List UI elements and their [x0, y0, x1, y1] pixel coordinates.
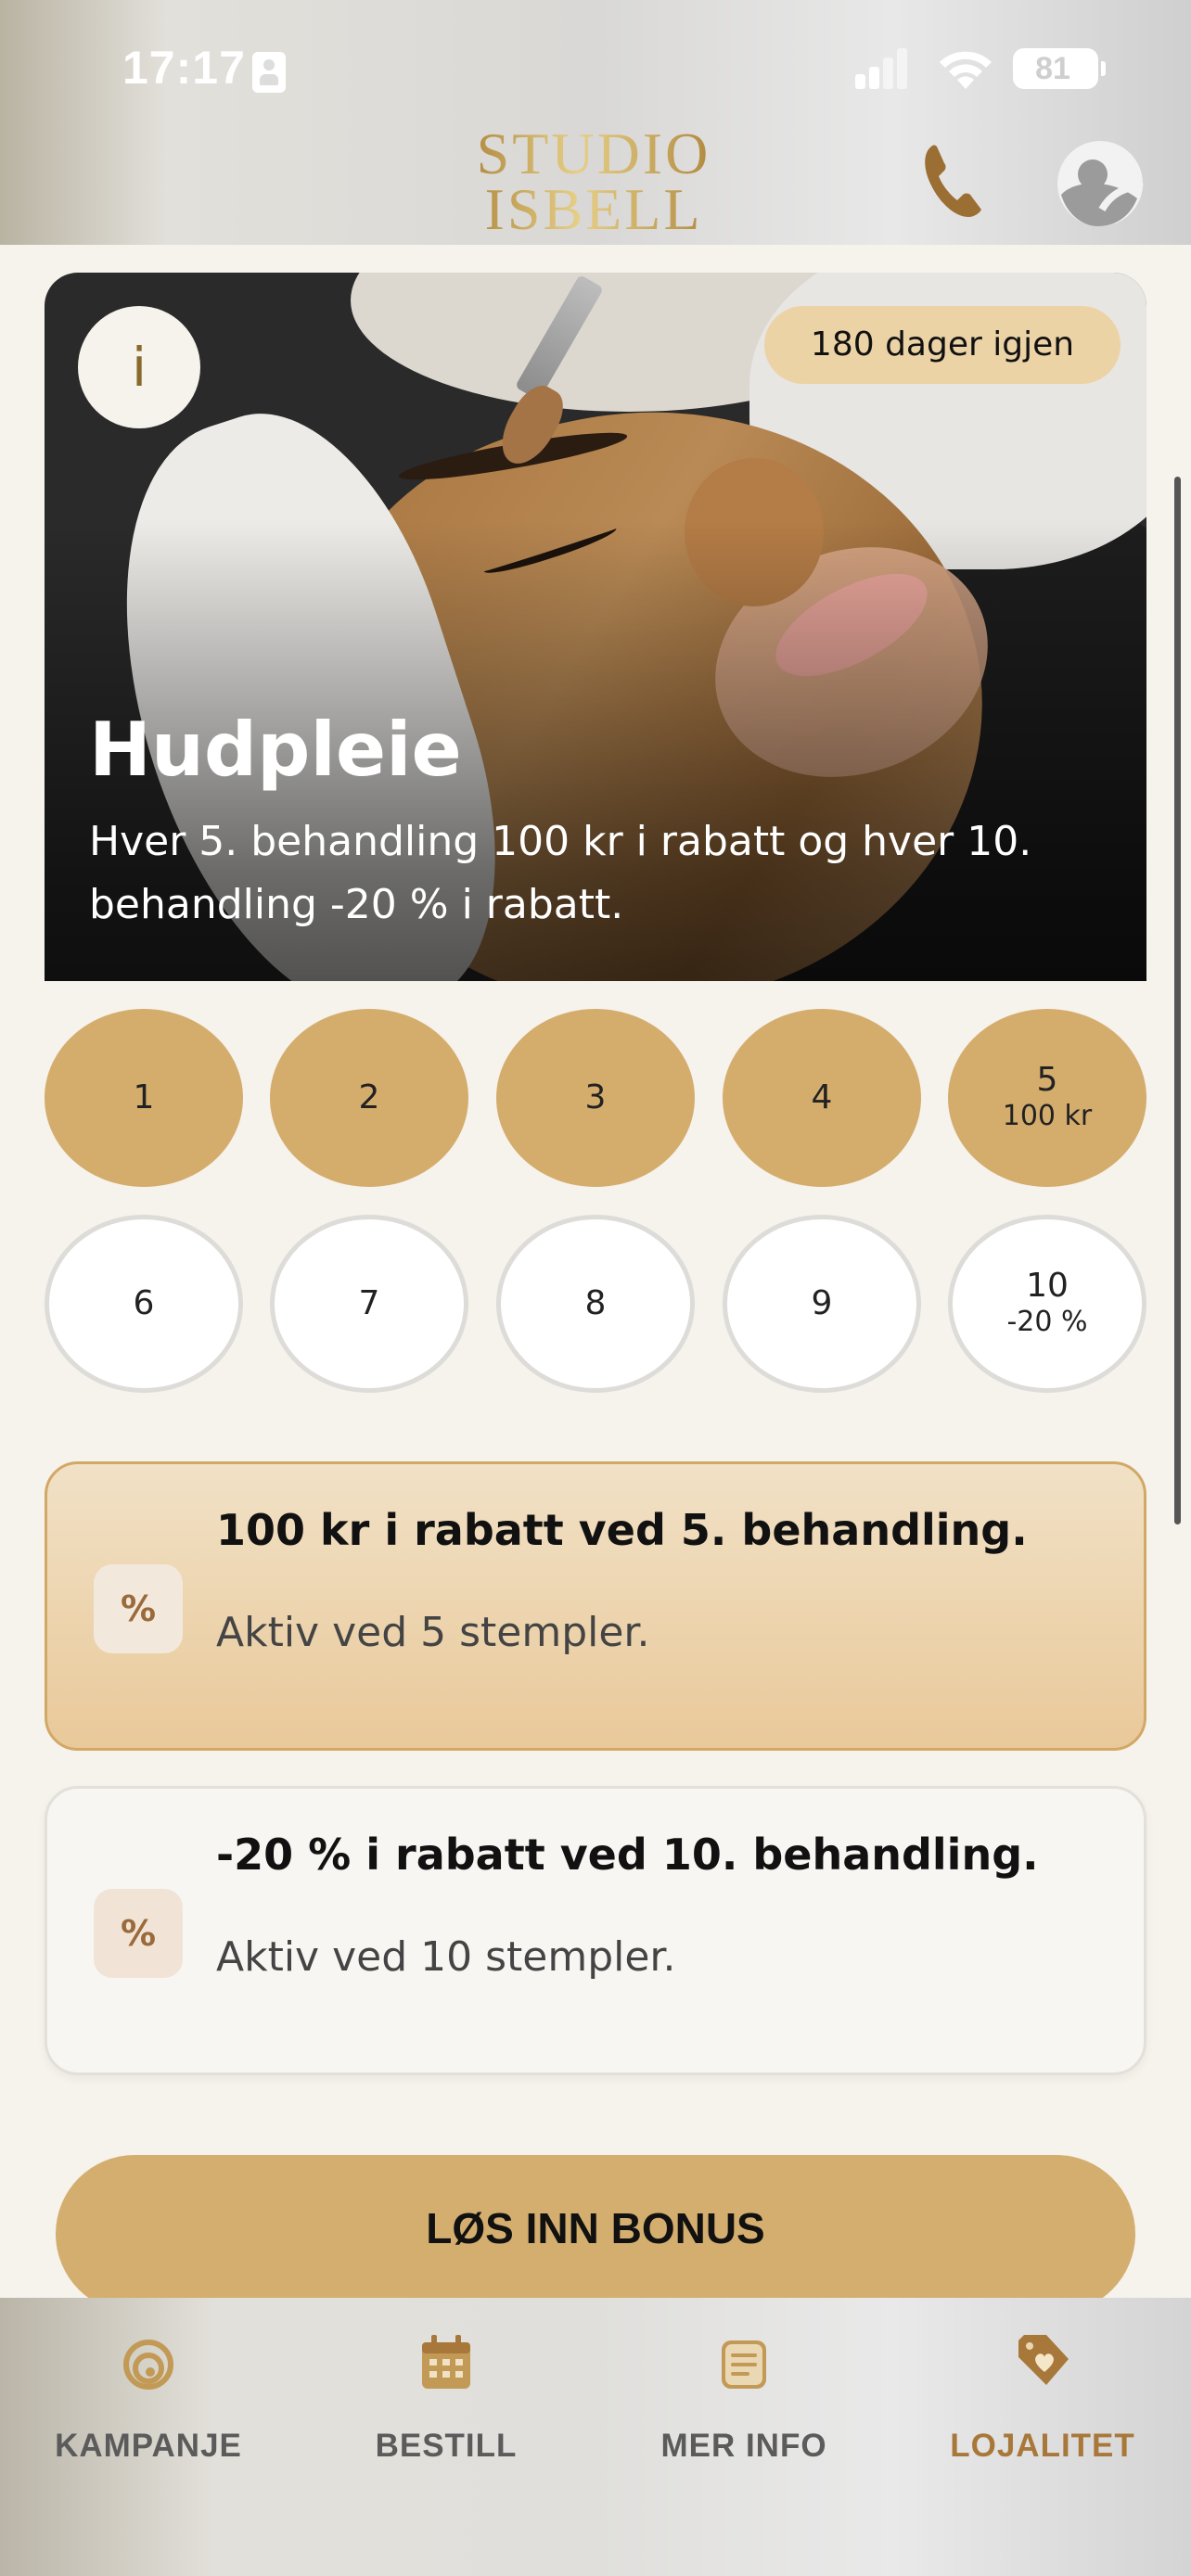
heart-tag-icon — [1018, 2335, 1069, 2385]
stamp-reward: 100 kr — [1002, 1100, 1093, 1132]
loyalty-content[interactable]: i 180 dager igjen Hudpleie Hver 5. behan… — [0, 245, 1191, 2298]
wifi-icon — [940, 51, 992, 89]
stamp-number: 8 — [584, 1284, 607, 1322]
tab-label: KAMPANJE — [55, 2428, 242, 2464]
stamp-number: 3 — [584, 1078, 607, 1116]
studio-logo: STUDIO ISBELL — [445, 124, 742, 239]
stamp-number: 9 — [811, 1284, 833, 1322]
scrollbar[interactable] — [1174, 477, 1181, 1524]
stamp-number: 4 — [811, 1078, 833, 1116]
cellular-signal-icon — [855, 48, 907, 89]
stamp-7: 7 — [270, 1215, 468, 1393]
stamp-5: 5 100 kr — [948, 1009, 1146, 1187]
phone-icon[interactable] — [918, 139, 985, 223]
battery-level: 81 — [1035, 51, 1070, 86]
reward-card-10[interactable]: % -20 % i rabatt ved 10. behandling. Akt… — [45, 1786, 1146, 2075]
tab-label: MER INFO — [660, 2428, 827, 2464]
stamp-number: 2 — [358, 1078, 380, 1116]
document-icon — [722, 2340, 766, 2389]
percent-icon: % — [94, 1564, 183, 1653]
bottom-tab-bar: KAMPANJE BESTILL MER INFO LOJALITET — [0, 2298, 1191, 2576]
stamp-3: 3 — [496, 1009, 695, 1187]
stamp-number: 5 — [1036, 1061, 1058, 1099]
app-header: 17:17 81 STUDIO ISBELL — [0, 0, 1191, 245]
reward-card-5[interactable]: % 100 kr i rabatt ved 5. behandling. Akt… — [45, 1461, 1146, 1751]
contact-card-icon — [252, 52, 286, 93]
battery-icon: 81 — [1013, 48, 1106, 89]
tab-bestill[interactable]: BESTILL — [316, 2331, 576, 2470]
card-description: Hver 5. behandling 100 kr i rabatt og hv… — [89, 818, 1032, 928]
stamp-6: 6 — [45, 1215, 243, 1393]
stamp-10: 10 -20 % — [948, 1215, 1146, 1393]
tab-lojalitet[interactable]: LOJALITET — [913, 2331, 1172, 2470]
days-remaining-badge: 180 dager igjen — [764, 306, 1121, 384]
stamp-number: 7 — [358, 1284, 380, 1322]
profile-avatar-icon[interactable] — [1056, 139, 1145, 228]
percent-icon: % — [94, 1889, 183, 1978]
stamp-1: 1 — [45, 1009, 243, 1187]
loyalty-card: i 180 dager igjen Hudpleie Hver 5. behan… — [45, 273, 1146, 981]
logo-line-1: STUDIO — [445, 124, 742, 184]
stamp-8: 8 — [496, 1215, 695, 1393]
tab-label: LOJALITET — [950, 2428, 1135, 2464]
logo-line-2: ISBELL — [445, 180, 742, 239]
stamp-reward: -20 % — [1006, 1306, 1088, 1338]
stamp-4: 4 — [723, 1009, 921, 1187]
stamp-number: 1 — [133, 1078, 155, 1116]
stamp-number: 6 — [133, 1284, 155, 1322]
tab-label: BESTILL — [375, 2428, 518, 2464]
tab-mer-info[interactable]: MER INFO — [614, 2331, 874, 2470]
calendar-icon — [422, 2335, 470, 2389]
stamp-9: 9 — [723, 1215, 921, 1393]
reward-title: 100 kr i rabatt ved 5. behandling. — [216, 1505, 1028, 1555]
info-button[interactable]: i — [78, 306, 200, 428]
campaign-swirl-icon — [123, 2340, 173, 2390]
card-title: Hudpleie — [89, 707, 462, 793]
reward-subtitle: Aktiv ved 10 stempler. — [216, 1933, 676, 1981]
status-time: 17:17 — [122, 42, 246, 94]
redeem-bonus-button[interactable]: LØS INN BONUS — [56, 2155, 1135, 2298]
reward-subtitle: Aktiv ved 5 stempler. — [216, 1609, 650, 1656]
stamp-2: 2 — [270, 1009, 468, 1187]
tab-kampanje[interactable]: KAMPANJE — [19, 2331, 278, 2470]
stamp-number: 10 — [1026, 1267, 1069, 1305]
reward-title: -20 % i rabatt ved 10. behandling. — [216, 1830, 1039, 1880]
